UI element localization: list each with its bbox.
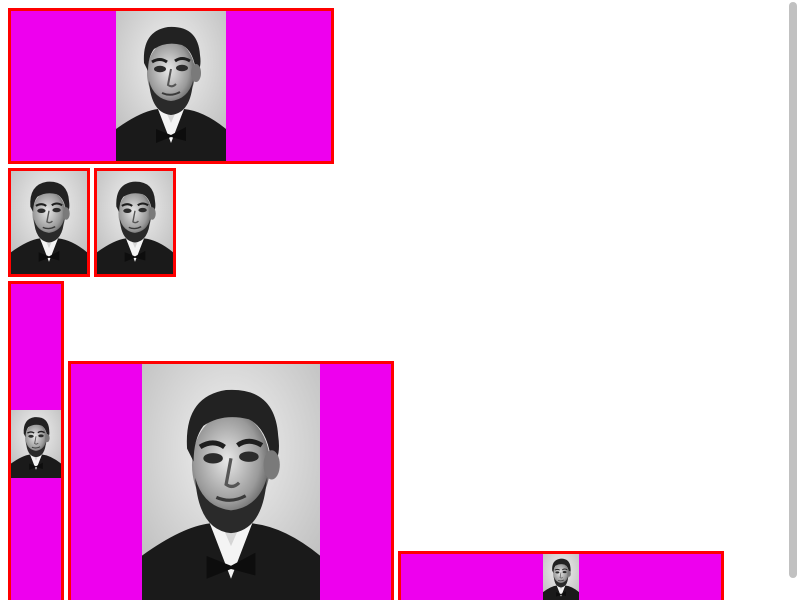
image-frame-4 [8, 281, 64, 600]
scrollbar-thumb[interactable] [789, 2, 797, 578]
portrait-image-5 [142, 364, 320, 600]
page [0, 0, 800, 600]
portrait-image-4 [11, 410, 61, 478]
image-frame-3 [94, 168, 176, 277]
image-frame-5 [68, 361, 394, 600]
portrait-image-2 [11, 171, 87, 274]
image-frame-2 [8, 168, 90, 277]
vertical-scrollbar[interactable] [785, 0, 800, 600]
portrait-image-3 [97, 171, 173, 274]
portrait-image-1 [116, 11, 226, 161]
portrait-image-6 [543, 554, 579, 600]
image-frame-6 [398, 551, 724, 600]
image-frame-1 [8, 8, 334, 164]
